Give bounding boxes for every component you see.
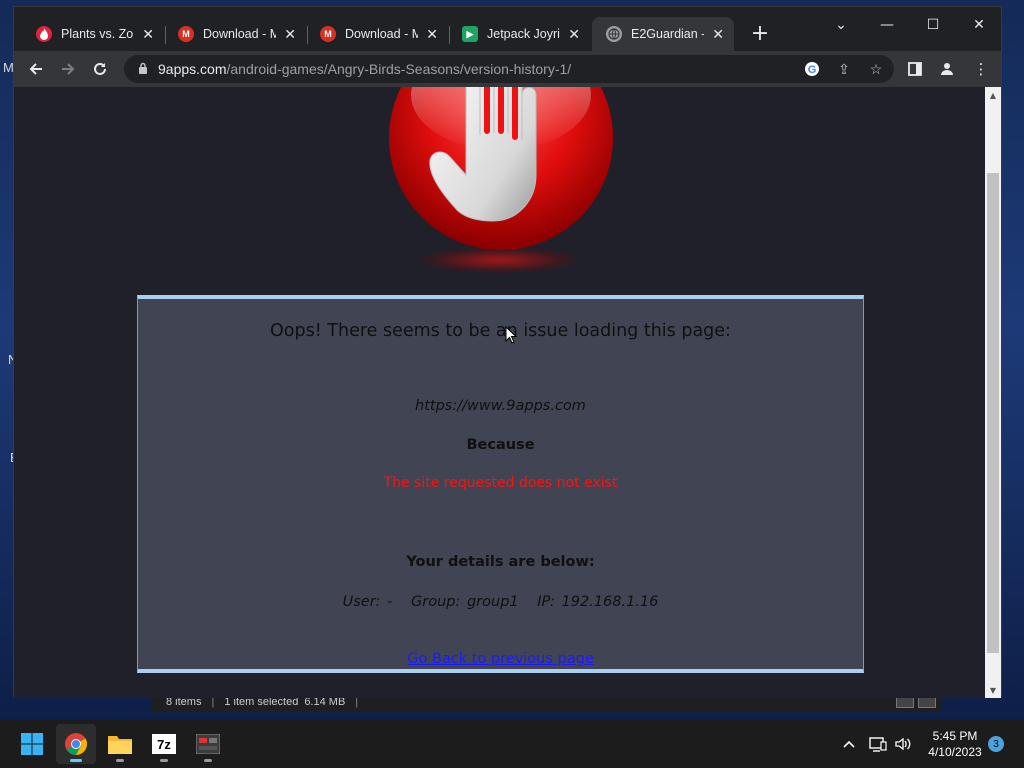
- chrome-icon: [65, 733, 87, 755]
- svg-text:G: G: [808, 64, 817, 76]
- 7zip-icon: 7z: [152, 734, 176, 754]
- close-icon[interactable]: ✕: [284, 26, 296, 43]
- error-box: Oops! There seems to be an issue loading…: [137, 295, 864, 673]
- blocked-url: https://www.9apps.com: [415, 398, 586, 414]
- scroll-up-icon[interactable]: ▲: [985, 87, 1001, 103]
- clock-date: 4/10/2023: [928, 745, 982, 759]
- windows-start-button[interactable]: [12, 724, 52, 764]
- more-menu-icon[interactable]: ⋮: [967, 55, 995, 83]
- volume-icon[interactable]: [894, 720, 912, 768]
- reload-button[interactable]: [86, 55, 114, 83]
- close-icon[interactable]: ✕: [426, 26, 438, 43]
- google-icon[interactable]: G: [800, 57, 824, 81]
- file-explorer-taskbar-button[interactable]: [100, 724, 140, 764]
- active-indicator: [70, 759, 82, 762]
- running-indicator: [160, 759, 168, 762]
- block-reason: The site requested does not exist: [383, 475, 618, 491]
- close-icon[interactable]: ✕: [568, 26, 580, 43]
- system-clock[interactable]: 5:45 PM 4/10/2023: [920, 728, 990, 760]
- user-field: User: -: [342, 594, 393, 610]
- minimize-button[interactable]: —: [864, 11, 910, 39]
- notification-badge[interactable]: 3: [988, 736, 1004, 752]
- m-logo-icon: M: [178, 26, 194, 42]
- play-store-icon: ▶: [462, 26, 478, 42]
- ip-field: IP: 192.168.1.16: [537, 594, 659, 610]
- star-icon[interactable]: ☆: [864, 57, 888, 81]
- tab-jetpack-joyride[interactable]: ▶ Jetpack Joyride ✕: [448, 17, 590, 51]
- chevron-down-icon[interactable]: ⌄: [818, 11, 864, 39]
- app-window-icon: [196, 734, 220, 754]
- tab-title: Jetpack Joyride: [487, 27, 560, 41]
- url-path: /android-games/Angry-Birds-Seasons/versi…: [226, 61, 572, 77]
- url-host: 9apps.com: [158, 61, 227, 77]
- chrome-taskbar-button[interactable]: [56, 724, 96, 764]
- running-indicator: [116, 759, 124, 762]
- globe-icon: [606, 26, 622, 42]
- network-icon[interactable]: [869, 720, 887, 768]
- tab-strip: Plants vs. Zombies ✕ M Download - Mod ✕ …: [14, 7, 1001, 51]
- clock-time: 5:45 PM: [932, 729, 978, 743]
- new-tab-button[interactable]: +: [746, 19, 774, 47]
- reload-icon: [94, 62, 106, 75]
- tab-download-mod[interactable]: M Download - Mod ✕: [164, 17, 306, 51]
- fire-icon: [36, 26, 52, 42]
- 7zip-taskbar-button[interactable]: 7z: [144, 724, 184, 764]
- tab-title: Download - Mod: [203, 27, 277, 41]
- tab-plants-vs-zombies[interactable]: Plants vs. Zombies ✕: [22, 17, 164, 51]
- close-icon[interactable]: ✕: [142, 26, 154, 43]
- arrow-left-icon: [29, 63, 42, 75]
- tab-e2guardian[interactable]: E2Guardian - Error ✕: [592, 17, 734, 51]
- browser-toolbar: 9apps.com/android-games/Angry-Birds-Seas…: [14, 51, 1001, 87]
- share-icon[interactable]: ⇪: [832, 57, 856, 81]
- go-back-link[interactable]: Go Back to previous page: [138, 651, 863, 667]
- lock-icon[interactable]: [138, 62, 148, 77]
- user-details: User: - Group: group1 IP: 192.168.1.16: [138, 594, 863, 610]
- page-viewport: Oops! There seems to be an issue loading…: [14, 87, 987, 698]
- stop-hand-icon: [389, 87, 613, 250]
- forward-button[interactable]: [54, 55, 82, 83]
- m-logo-icon: M: [320, 26, 336, 42]
- mouse-cursor-icon: [505, 326, 517, 344]
- group-field: Group: group1: [411, 594, 519, 610]
- folder-icon: [108, 736, 132, 754]
- terminal-app-taskbar-button[interactable]: [188, 724, 228, 764]
- svg-text:7z: 7z: [157, 737, 171, 752]
- windows-logo-icon: [21, 733, 43, 755]
- close-window-button[interactable]: ✕: [956, 11, 1002, 39]
- error-title: Oops! There seems to be an issue loading…: [270, 321, 731, 341]
- tab-title: Download - Mod: [345, 27, 419, 41]
- scroll-thumb[interactable]: [987, 173, 999, 653]
- details-heading: Your details are below:: [406, 554, 595, 570]
- because-label: Because: [466, 437, 535, 453]
- browser-window: Plants vs. Zombies ✕ M Download - Mod ✕ …: [13, 6, 1002, 698]
- maximize-button[interactable]: ☐: [910, 11, 956, 39]
- arrow-right-icon: [62, 63, 75, 75]
- tab-title: Plants vs. Zombies: [61, 27, 134, 41]
- profile-icon[interactable]: [933, 55, 961, 83]
- close-icon[interactable]: ✕: [712, 26, 724, 43]
- taskbar: 7z 5:45 PM 4/10/2023: [0, 720, 1024, 768]
- address-bar[interactable]: 9apps.com/android-games/Angry-Birds-Seas…: [124, 55, 894, 83]
- chevron-up-icon[interactable]: [842, 720, 856, 768]
- side-panel-icon[interactable]: [901, 55, 929, 83]
- tab-title: E2Guardian - Error: [631, 27, 704, 41]
- scroll-down-icon[interactable]: ▼: [985, 682, 1001, 698]
- back-button[interactable]: [22, 55, 50, 83]
- running-indicator: [204, 759, 212, 762]
- vertical-scrollbar[interactable]: ▲ ▼: [985, 87, 1001, 698]
- tab-download-mod[interactable]: M Download - Mod ✕: [306, 17, 448, 51]
